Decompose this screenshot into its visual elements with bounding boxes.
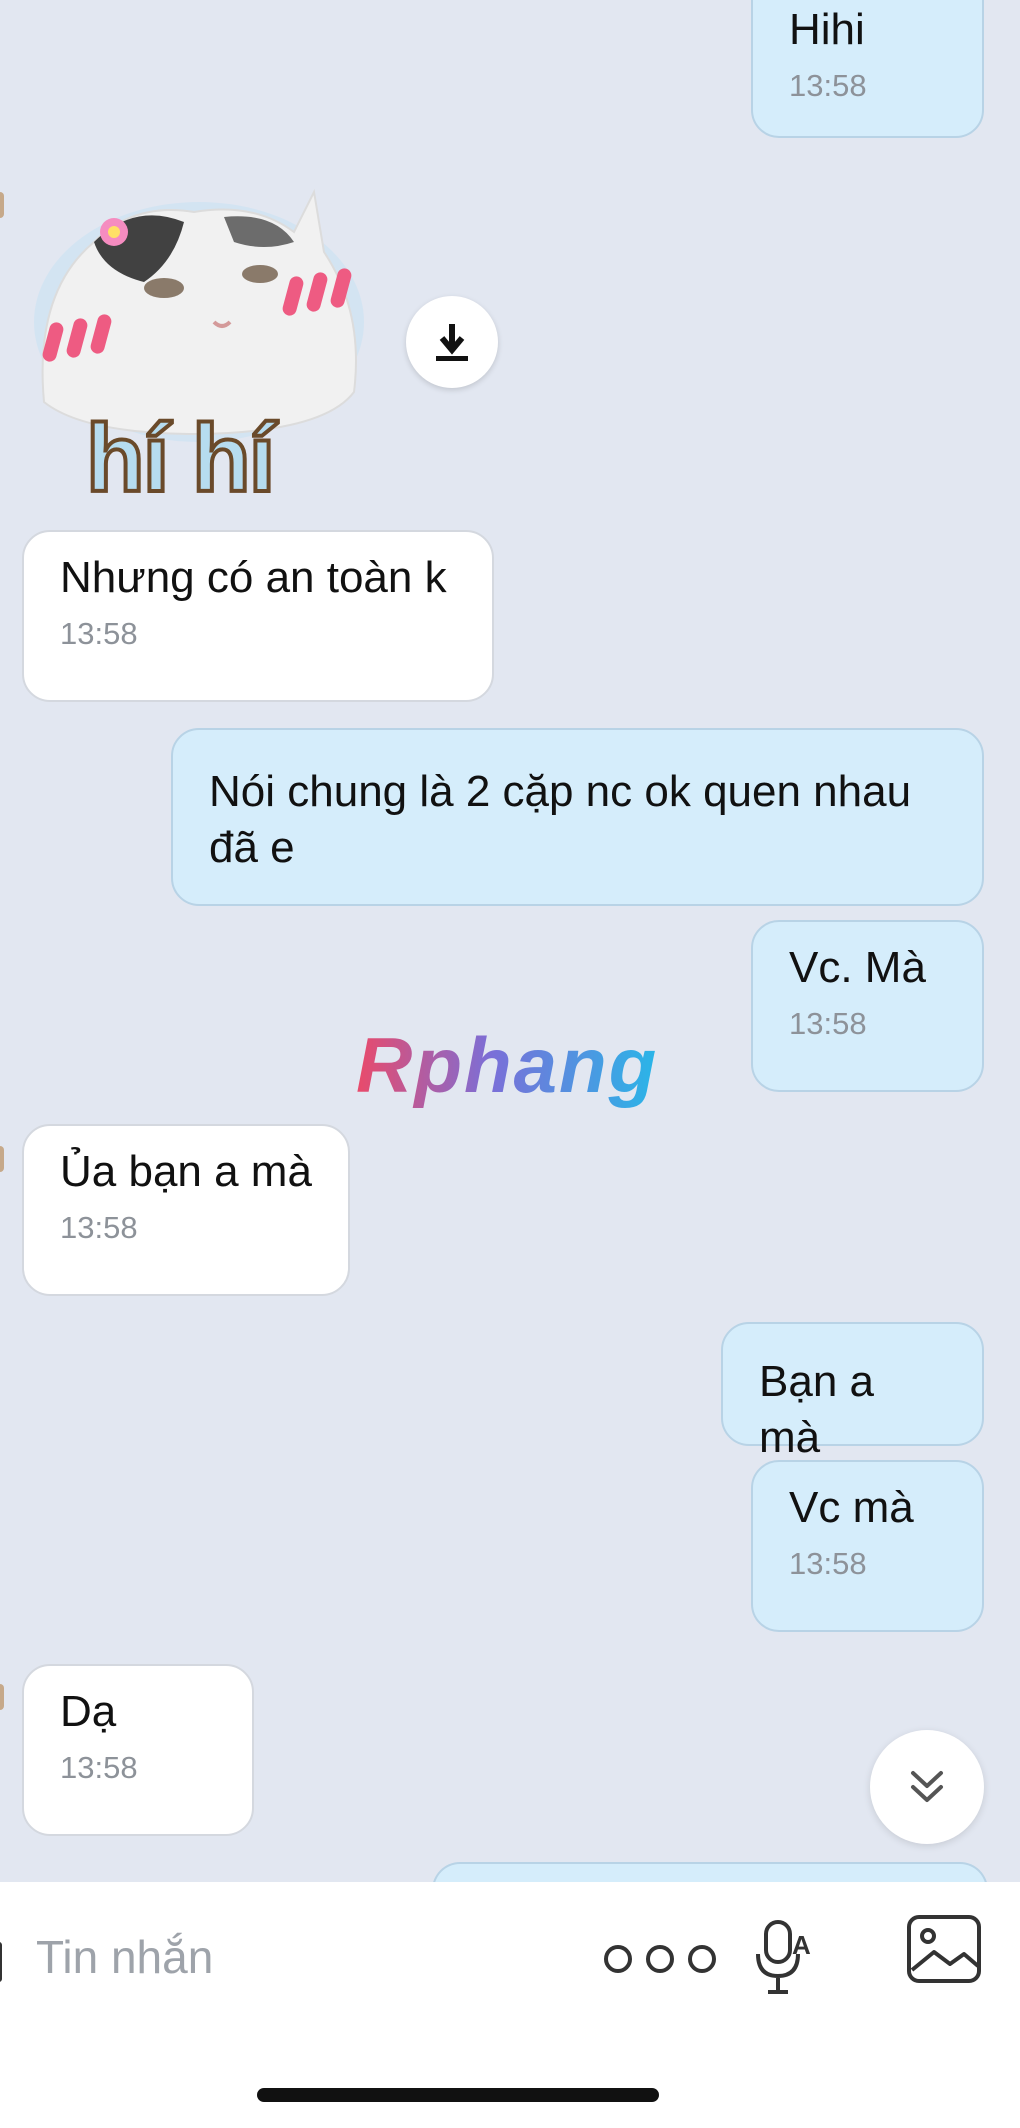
message-bubble-incoming[interactable]: Ủa bạn a mà 13:58 — [22, 1124, 350, 1296]
watermark-text: Rphang — [356, 1021, 659, 1109]
chevron-double-down-icon — [911, 1771, 943, 1802]
message-time: 13:58 — [60, 616, 138, 651]
message-time: 13:58 — [789, 1006, 867, 1041]
message-text: Nhưng có an toàn k — [60, 553, 447, 602]
message-bubble-outgoing[interactable]: Vc mà 13:58 — [751, 1460, 984, 1632]
sticker-caption: hí hí — [84, 403, 277, 514]
message-text: Bạn a mà — [759, 1357, 887, 1462]
message-time: 13:58 — [60, 1210, 138, 1245]
message-text: Dạ — [60, 1687, 117, 1736]
svg-text:A: A — [792, 1930, 811, 1960]
message-bubble-outgoing[interactable]: Nói chung là 2 cặp nc ok quen nhau đã e — [171, 728, 984, 906]
download-icon — [436, 324, 468, 361]
message-composer: Tin nhắn A — [0, 1882, 1020, 2128]
message-time: 13:58 — [789, 68, 867, 103]
voice-to-text-icon[interactable]: A — [756, 1918, 816, 1998]
image-icon[interactable] — [906, 1914, 982, 1984]
message-bubble-outgoing[interactable]: Hihi 13:58 — [751, 0, 984, 138]
scroll-to-bottom-button[interactable] — [870, 1730, 984, 1844]
message-bubble-incoming[interactable]: Nhưng có an toàn k 13:58 — [22, 530, 494, 702]
message-bubble-outgoing[interactable]: Bạn a mà — [721, 1322, 984, 1462]
home-indicator[interactable] — [257, 2088, 659, 2102]
message-text: Ủa bạn a mà — [60, 1147, 312, 1196]
message-text: Vc mà — [789, 1483, 914, 1532]
message-text: Hihi — [789, 5, 865, 54]
message-text: Vc. Mà — [789, 943, 926, 992]
composer-left-edge — [0, 1942, 2, 1982]
download-button[interactable] — [406, 296, 498, 388]
watermark: Rphang — [356, 1020, 658, 1111]
avatar[interactable] — [0, 1684, 4, 1710]
message-time: 13:58 — [60, 1750, 138, 1785]
avatar[interactable] — [0, 1146, 4, 1172]
message-time: 13:58 — [789, 1546, 867, 1581]
more-dots-icon[interactable] — [600, 1934, 720, 1984]
message-input[interactable]: Tin nhắn — [36, 1930, 213, 1984]
avatar[interactable] — [0, 192, 4, 218]
message-bubble-incoming[interactable]: Dạ 13:58 — [22, 1664, 254, 1836]
message-text: Nói chung là 2 cặp nc ok quen nhau đã e — [209, 767, 912, 872]
message-bubble-outgoing[interactable]: Vc. Mà 13:58 — [751, 920, 984, 1092]
